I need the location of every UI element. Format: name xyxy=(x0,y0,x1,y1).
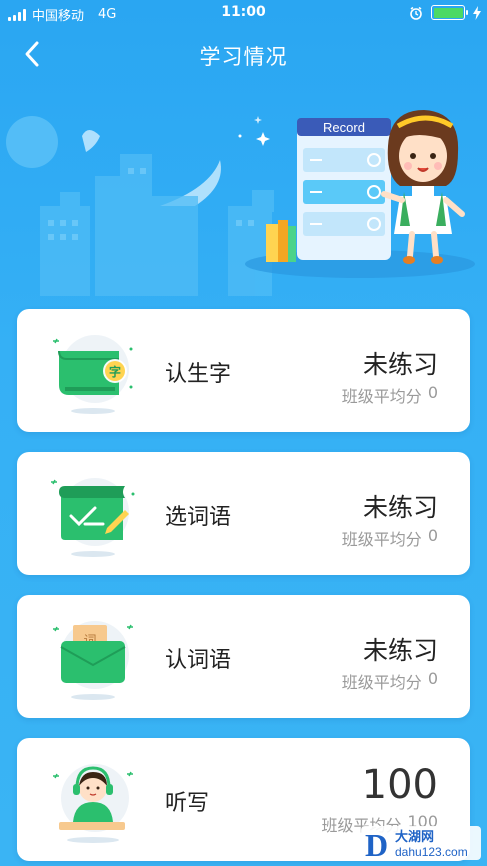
class-average-label: 班级平均分 xyxy=(341,673,422,692)
class-average: 班级平均分 0 xyxy=(342,669,438,693)
watermark-brand: 大湖网 xyxy=(395,829,434,845)
class-average-value: 0 xyxy=(427,669,438,688)
nav-bar: 学习情况 xyxy=(0,26,487,82)
character-glyph: 字 xyxy=(109,364,121,379)
practice-status: 未练习 xyxy=(362,636,438,665)
hero-scene: Record xyxy=(6,110,475,296)
class-average: 班级平均分 0 xyxy=(342,526,438,550)
record-board-label: Record xyxy=(323,120,365,135)
class-average: 班级平均分 0 xyxy=(342,383,438,407)
watermark-letter: D xyxy=(365,827,388,862)
charging-icon xyxy=(473,5,481,20)
status-right xyxy=(409,5,481,20)
alarm-icon xyxy=(410,6,422,20)
battery-icon xyxy=(431,5,468,20)
books-shape xyxy=(266,220,296,262)
page-title: 学习情况 xyxy=(199,45,288,69)
practice-title: 认生字 xyxy=(165,362,232,387)
watermark-logo: D 大湖网 dahu123.com xyxy=(361,826,481,862)
class-average-value: 0 xyxy=(427,383,438,402)
practice-card-recognize-words[interactable]: 词 认词语 未练习 班级平均分 0 xyxy=(17,595,470,718)
class-average-label: 班级平均分 xyxy=(341,530,422,549)
dictation-headphones-icon xyxy=(53,764,133,843)
practice-score: 100 xyxy=(361,762,438,808)
sparkle-shapes xyxy=(238,116,270,146)
status-bar: 中国移动 4G 11:00 xyxy=(0,0,487,26)
word-select-icon xyxy=(51,478,135,557)
practice-card-recognize-characters[interactable]: 字 认生字 未练习 班级平均分 0 xyxy=(17,309,470,432)
girl-character xyxy=(381,110,465,264)
watermark-url: dahu123.com xyxy=(395,845,468,859)
record-board: Record xyxy=(297,118,391,260)
hero-illustration: Record xyxy=(0,96,487,296)
practice-title: 选词语 xyxy=(165,505,232,530)
practice-title: 听写 xyxy=(165,791,210,816)
character-scroll-icon: 字 xyxy=(53,335,133,414)
practice-status: 未练习 xyxy=(362,493,438,522)
practice-status: 未练习 xyxy=(362,350,438,379)
moon-shape xyxy=(6,116,58,168)
class-average-value: 0 xyxy=(427,526,438,545)
practice-title: 认词语 xyxy=(165,648,232,673)
cloud-shape xyxy=(82,130,100,152)
word-wallet-icon: 词 xyxy=(53,621,133,700)
class-average-label: 班级平均分 xyxy=(341,387,422,406)
practice-card-select-words[interactable]: 选词语 未练习 班级平均分 0 xyxy=(17,452,470,575)
